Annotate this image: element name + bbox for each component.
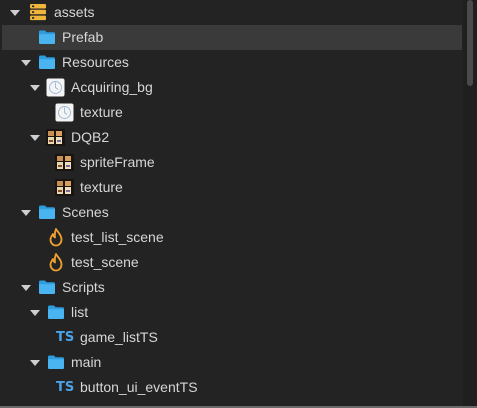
scrollbar-thumb[interactable] — [467, 0, 473, 86]
tree-item-label: Resources — [62, 54, 129, 70]
asset-tree: assets Prefab Resources Acquiring_bg tex… — [0, 0, 462, 400]
tree-item-label: spriteFrame — [80, 154, 155, 170]
folder-icon — [38, 54, 56, 72]
caret-down-icon[interactable] — [30, 135, 40, 141]
tree-item-scripts[interactable]: Scripts — [0, 275, 462, 300]
tree-item-label: Prefab — [62, 29, 104, 45]
tree-item-label: texture — [80, 104, 123, 120]
tree-item-label: game_listTS — [80, 329, 158, 345]
caret-down-icon[interactable] — [30, 360, 40, 366]
typescript-icon: TS — [56, 330, 75, 345]
tree-item-assets[interactable]: assets — [0, 0, 462, 25]
tree-item-label: assets — [54, 4, 95, 20]
caret-down-icon[interactable] — [10, 10, 20, 16]
image-icon — [55, 103, 74, 122]
tree-item-label: Acquiring_bg — [71, 79, 153, 95]
tree-item-prefab[interactable]: Prefab — [2, 25, 462, 50]
caret-down-icon[interactable] — [30, 85, 40, 91]
tree-item-dqb2[interactable]: DQB2 — [0, 125, 462, 150]
tree-item-acquiring-bg[interactable]: Acquiring_bg — [0, 75, 462, 100]
folder-icon — [47, 354, 65, 372]
database-icon — [29, 3, 47, 21]
tree-item-label: texture — [80, 179, 123, 195]
tree-item-test-scene[interactable]: test_scene — [0, 250, 462, 275]
caret-down-icon[interactable] — [30, 310, 40, 316]
tree-item-label: Scenes — [62, 204, 109, 220]
tree-item-game-listts[interactable]: TS game_listTS — [0, 325, 462, 350]
tree-item-label: main — [71, 354, 102, 370]
scene-flame-icon — [48, 228, 66, 247]
tree-item-label: Scripts — [62, 279, 105, 295]
tree-item-label: button_ui_eventTS — [80, 379, 198, 395]
sprite-thumbnail-icon — [55, 179, 74, 197]
tree-item-texture[interactable]: texture — [0, 175, 462, 200]
typescript-icon: TS — [56, 380, 75, 395]
tree-item-label: test_scene — [71, 254, 139, 270]
sprite-thumbnail-icon — [46, 129, 65, 147]
assets-panel: assets Prefab Resources Acquiring_bg tex… — [0, 0, 477, 408]
folder-icon — [47, 304, 65, 322]
scene-flame-icon — [48, 253, 66, 272]
caret-down-icon[interactable] — [21, 285, 31, 291]
folder-icon — [38, 279, 56, 297]
image-icon — [46, 78, 65, 97]
vertical-scrollbar[interactable] — [463, 0, 477, 408]
tree-item-scenes[interactable]: Scenes — [0, 200, 462, 225]
tree-item-texture[interactable]: texture — [0, 100, 462, 125]
tree-item-main[interactable]: main — [0, 350, 462, 375]
tree-item-list[interactable]: list — [0, 300, 462, 325]
tree-item-label: DQB2 — [71, 129, 110, 145]
folder-icon — [38, 29, 56, 47]
caret-down-icon[interactable] — [21, 60, 31, 66]
tree-item-spriteframe[interactable]: spriteFrame — [0, 150, 462, 175]
tree-item-label: list — [71, 304, 89, 320]
folder-icon — [38, 204, 56, 222]
sprite-thumbnail-icon — [55, 154, 74, 172]
tree-item-resources[interactable]: Resources — [0, 50, 462, 75]
tree-item-label: test_list_scene — [71, 229, 164, 245]
caret-down-icon[interactable] — [21, 210, 31, 216]
tree-item-button-ui-eventts[interactable]: TS button_ui_eventTS — [0, 375, 462, 400]
tree-item-test-list-scene[interactable]: test_list_scene — [0, 225, 462, 250]
